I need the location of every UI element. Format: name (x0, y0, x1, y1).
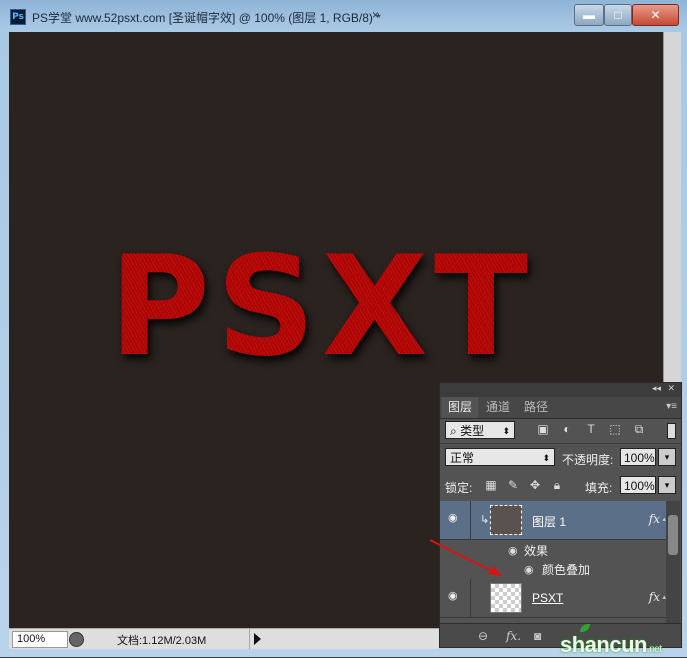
maximize-button[interactable]: □ (604, 4, 632, 26)
eye-icon[interactable]: ◉ (508, 544, 522, 557)
knit-text-art: PSXT (109, 226, 535, 387)
title-bar[interactable]: Ps PS学堂 www.52psxt.com [圣诞帽字效] @ 100% (图… (0, 0, 687, 32)
photoshop-logo-icon: Ps (10, 9, 26, 25)
tab-paths[interactable]: 路径 (518, 397, 554, 418)
tab-layers[interactable]: 图层 (442, 397, 479, 418)
layer-row-psxt[interactable]: ◉ PSXT fx ▴ (440, 579, 666, 618)
image-filter-icon[interactable]: ▣ (536, 422, 550, 436)
status-info-icon[interactable] (69, 632, 84, 647)
blend-mode-select[interactable]: 正常 ⬍ (445, 448, 555, 466)
type-filter-icon[interactable]: T (584, 422, 598, 436)
document-size-info: 文档:1.12M/2.03M (117, 635, 207, 647)
fill-input[interactable]: 100% (620, 476, 656, 494)
chevron-updown-icon: ⬍ (502, 426, 510, 436)
lock-label: 锁定: (445, 481, 473, 495)
panel-tabs: 图层 通道 路径 ▾≡ (440, 397, 681, 419)
watermark-suffix: .net (646, 644, 662, 655)
panel-close-icon[interactable]: ✕ (667, 383, 675, 394)
annotation-arrow-icon (429, 539, 502, 576)
fx-icon[interactable]: fx (649, 512, 660, 526)
layer-name[interactable]: PSXT (532, 591, 563, 605)
status-divider (249, 629, 250, 649)
fx-icon[interactable]: fx. (506, 629, 521, 643)
layer-name[interactable]: 图层 1 (532, 513, 566, 530)
divider (440, 443, 681, 444)
tab-close-icon[interactable]: × (372, 8, 379, 22)
layer-thumbnail (490, 583, 522, 613)
lock-all-icon[interactable]: 🔒︎ (550, 478, 564, 492)
watermark: shancun.net (560, 632, 662, 658)
opacity-input[interactable]: 100% (620, 448, 656, 466)
collapse-icon[interactable]: ◂◂ (652, 383, 661, 394)
fill-label: 填充: (585, 481, 613, 495)
status-menu-arrow-icon[interactable] (254, 633, 261, 645)
chevron-updown-icon: ⬍ (542, 453, 550, 463)
watermark-text: shancun (560, 632, 647, 657)
lock-row: 锁定: ▦ ✎ ✥ 🔒︎ 填充: 100% ▾ (440, 473, 681, 499)
smartobject-filter-icon[interactable]: ⧉ (632, 422, 646, 436)
eye-icon[interactable]: ◉ (524, 563, 538, 576)
lock-pixels-brush-icon[interactable]: ✎ (506, 478, 520, 492)
filter-type-select[interactable]: ⌕ 类型 ⬍ (445, 421, 515, 439)
mask-icon[interactable]: ◙ (534, 629, 541, 643)
panel-menu-icon[interactable]: ▾≡ (666, 401, 677, 412)
eye-icon[interactable]: ◉ (448, 591, 462, 602)
clipping-mask-icon: ↳ (480, 514, 490, 526)
lock-position-move-icon[interactable]: ✥ (528, 478, 542, 492)
blend-mode-value: 正常 (450, 451, 475, 465)
eye-icon[interactable]: ◉ (448, 513, 462, 524)
filter-type-value: 类型 (460, 424, 485, 438)
fill-dropdown-button[interactable]: ▾ (658, 476, 676, 494)
effect-color-overlay: 颜色叠加 (542, 563, 591, 577)
minimize-button[interactable]: ▬ (574, 4, 604, 26)
effects-label: 效果 (524, 544, 549, 558)
layer-row-layer1[interactable]: ◉ ↳ 图层 1 fx ▴ (440, 501, 666, 540)
link-layers-icon[interactable]: ⊖ (478, 629, 488, 643)
fx-icon[interactable]: fx (649, 590, 660, 604)
search-icon: ⌕ (450, 424, 461, 438)
zoom-field[interactable]: 100% (12, 631, 68, 648)
layers-panel: ◂◂ ✕ 图层 通道 路径 ▾≡ ⌕ 类型 ⬍ ▣ ◐ T ⬚ ⧉ 正常 ⬍ 不… (439, 382, 682, 648)
adjustment-filter-icon[interactable]: ◐ (560, 422, 574, 436)
shape-filter-icon[interactable]: ⬚ (608, 422, 622, 436)
opacity-label: 不透明度: (562, 453, 614, 467)
window-title: PS学堂 www.52psxt.com [圣诞帽字效] @ 100% (图层 1… (32, 11, 381, 25)
status-bar: 100% 文档:1.12M/2.03M (9, 628, 439, 649)
scroll-thumb[interactable] (668, 515, 678, 555)
filter-row: ⌕ 类型 ⬍ ▣ ◐ T ⬚ ⧉ (440, 419, 681, 443)
panel-header-strip: ◂◂ ✕ (440, 383, 681, 397)
opacity-dropdown-button[interactable]: ▾ (658, 448, 676, 466)
layer-thumbnail (490, 505, 522, 535)
layers-scrollbar[interactable] (666, 501, 680, 623)
blend-row: 正常 ⬍ 不透明度: 100% ▾ (440, 445, 681, 471)
filter-toggle-switch[interactable] (667, 423, 676, 439)
close-button[interactable]: ✕ (632, 4, 679, 26)
tab-channels[interactable]: 通道 (480, 397, 516, 418)
lock-transparency-icon[interactable]: ▦ (484, 478, 498, 492)
